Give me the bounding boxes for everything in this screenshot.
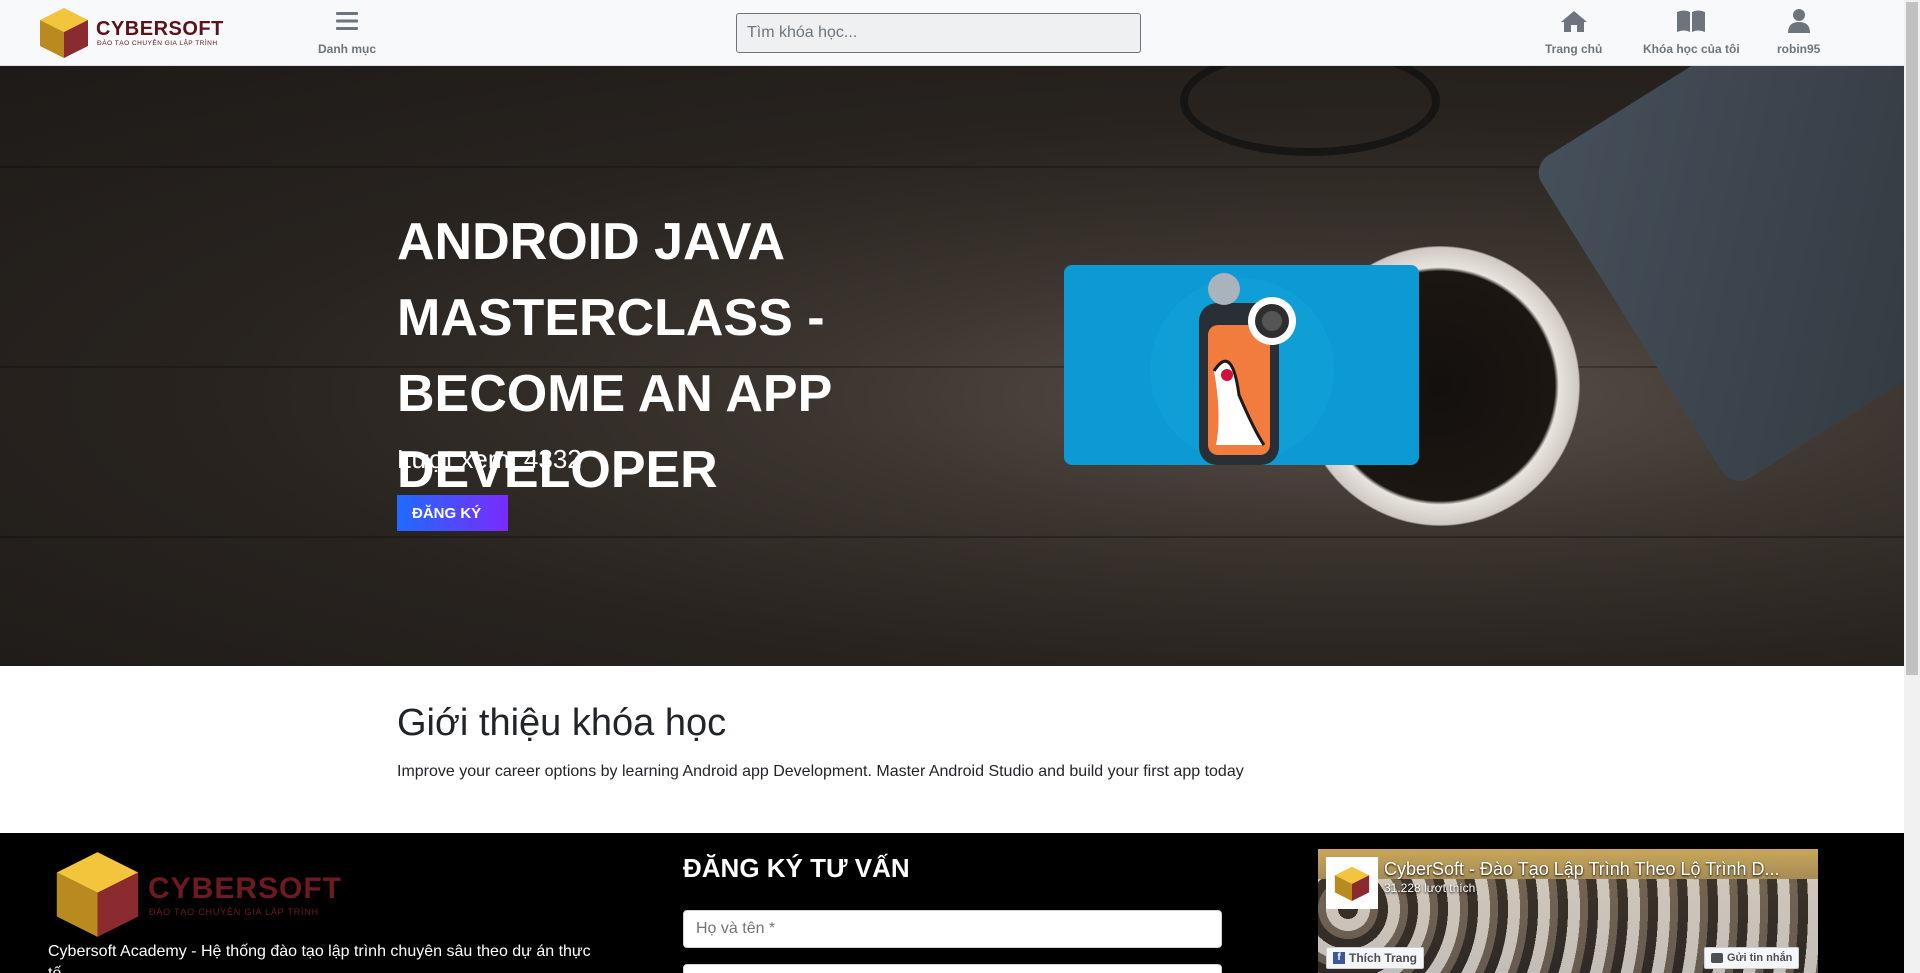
footer-description: Cybersoft Academy - Hệ thống đào tạo lập… xyxy=(48,943,591,973)
facebook-page-avatar[interactable] xyxy=(1326,857,1378,909)
course-thumbnail xyxy=(1064,265,1419,465)
category-menu-label: Danh mục xyxy=(318,42,377,56)
logo-tagline: ĐÀO TẠO CHUYÊN GIA LẬP TRÌNH xyxy=(97,40,218,47)
footer-logo-name: CYBERSOFT xyxy=(148,872,343,905)
nav-my-courses-label: Khóa học của tôi xyxy=(1643,42,1740,56)
intro-description: Improve your career options by learning … xyxy=(397,763,1244,780)
second-form-field[interactable] xyxy=(683,964,1222,973)
facebook-like-button[interactable]: f Thích Trang xyxy=(1326,947,1425,969)
search-input[interactable] xyxy=(736,13,1141,53)
intro-heading: Giới thiệu khóa học xyxy=(397,702,727,744)
course-view-count: Lượt xem: 4332 xyxy=(397,444,582,474)
facebook-like-count: 31.228 lượt thích xyxy=(1384,881,1476,895)
user-icon xyxy=(1777,6,1820,36)
site-footer: CYBERSOFT ĐÀO TẠO CHUYÊN GIA LẬP TRÌNH C… xyxy=(0,833,1904,973)
home-icon xyxy=(1545,6,1602,36)
top-navbar: CYBERSOFT ĐÀO TẠO CHUYÊN GIA LẬP TRÌNH D… xyxy=(0,0,1904,66)
logo-name: CYBERSOFT xyxy=(96,18,224,40)
nav-my-courses[interactable]: Khóa học của tôi xyxy=(1643,6,1740,56)
footer-logo-tagline: ĐÀO TẠO CHUYÊN GIA LẬP TRÌNH xyxy=(149,907,319,917)
facebook-message-button[interactable]: Gửi tin nhắn xyxy=(1704,947,1800,969)
category-menu-button[interactable]: Danh mục xyxy=(318,6,376,56)
course-hero: ANDROID JAVA MASTERCLASS - BECOME AN APP… xyxy=(0,66,1904,666)
notebook-decoration xyxy=(1531,66,1904,489)
facebook-like-label: Thích Trang xyxy=(1349,951,1418,965)
message-icon xyxy=(1711,953,1723,963)
glasses-decoration xyxy=(1180,66,1440,156)
facebook-page-widget[interactable]: CyberSoft - Đào Tạo Lập Trình Theo Lộ Tr… xyxy=(1318,849,1818,973)
facebook-message-label: Gửi tin nhắn xyxy=(1727,952,1793,964)
site-logo[interactable]: CYBERSOFT ĐÀO TẠO CHUYÊN GIA LẬP TRÌNH xyxy=(36,6,224,60)
footer-logo: CYBERSOFT ĐÀO TẠO CHUYÊN GIA LẬP TRÌNH xyxy=(50,847,350,942)
logo-cube-icon xyxy=(40,8,88,58)
android-java-illustration xyxy=(1150,273,1334,465)
register-button[interactable]: ĐĂNG KÝ xyxy=(397,495,508,531)
footer-logo-cube-icon xyxy=(56,852,139,937)
scrollbar-thumb[interactable] xyxy=(1906,2,1918,675)
nav-home[interactable]: Trang chủ xyxy=(1545,6,1602,56)
facebook-page-name[interactable]: CyberSoft - Đào Tạo Lập Trình Theo Lộ Tr… xyxy=(1384,859,1794,880)
nav-user-label: robin95 xyxy=(1777,42,1821,56)
open-book-icon xyxy=(1643,6,1740,36)
page-scrollbar[interactable] xyxy=(1904,0,1920,973)
nav-home-label: Trang chủ xyxy=(1545,42,1603,56)
consult-heading: ĐĂNG KÝ TƯ VẤN xyxy=(683,853,910,883)
nav-user[interactable]: robin95 xyxy=(1777,6,1820,56)
hamburger-icon xyxy=(318,6,376,36)
facebook-icon: f xyxy=(1333,952,1345,964)
full-name-field[interactable] xyxy=(683,910,1222,948)
